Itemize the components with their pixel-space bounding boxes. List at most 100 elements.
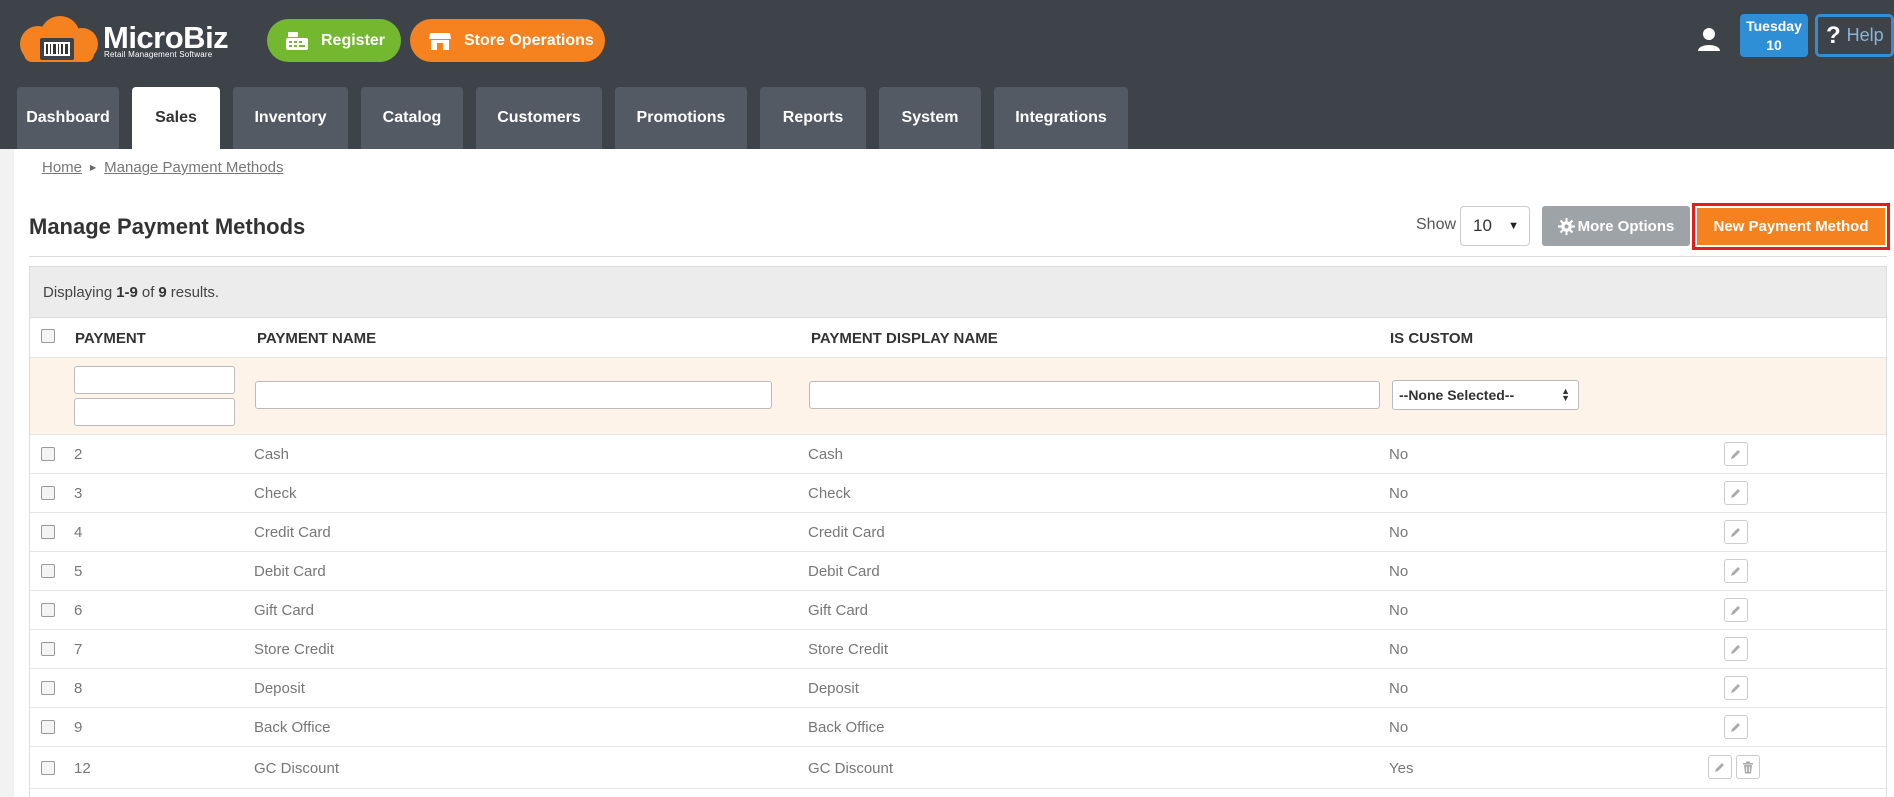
register-button[interactable]: Register [267,19,401,62]
payment-methods-grid: Displaying 1-9 of 9 results. PAYMENT PAY… [29,266,1887,797]
payment-id-from-filter[interactable] [74,366,235,394]
column-header-display-name[interactable]: PAYMENT DISPLAY NAME [811,330,998,347]
is-custom: No [1389,641,1409,658]
edit-button[interactable] [1724,598,1748,622]
table-row[interactable]: 7 Store Credit Store Credit No [30,630,1886,669]
page-size-value: 10 [1473,216,1492,235]
results-summary: Displaying 1-9 of 9 results. [30,267,1886,318]
page-size-select[interactable]: 10 ▼ [1460,206,1530,246]
help-label: Help [1846,25,1884,45]
payment-id: 6 [74,602,83,619]
delete-button[interactable] [1736,755,1760,779]
column-header-payment[interactable]: PAYMENT [75,330,146,347]
payment-id: 2 [74,446,83,463]
payment-id: 8 [74,680,83,697]
pencil-icon [1731,684,1740,693]
tab-inventory[interactable]: Inventory [233,87,348,149]
payment-name: Deposit [254,680,305,697]
edit-button[interactable] [1724,520,1748,544]
table-row[interactable]: 12 GC Discount GC Discount Yes [30,747,1886,789]
table-row[interactable]: 8 Deposit Deposit No [30,669,1886,708]
payment-name: Back Office [254,719,331,736]
summary-suffix: results. [170,283,220,301]
table-row[interactable]: 3 Check Check No [30,474,1886,513]
microbiz-logo[interactable]: MicroBiz Retail Management Software [16,16,229,62]
table-row[interactable]: 5 Debit Card Debit Card No [30,552,1886,591]
row-checkbox[interactable] [41,447,55,461]
row-checkbox[interactable] [41,761,55,775]
edit-button[interactable] [1724,481,1748,505]
edit-button[interactable] [1724,676,1748,700]
select-all-checkbox[interactable] [41,329,55,343]
row-checkbox[interactable] [41,681,55,695]
payment-display-name: Check [808,485,851,502]
tab-reports[interactable]: Reports [760,87,866,149]
table-row[interactable]: 9 Back Office Back Office No [30,708,1886,747]
breadcrumb-home-link[interactable]: Home [42,159,82,176]
table-row[interactable]: 2 Cash Cash No [30,435,1886,474]
payment-id-to-filter[interactable] [74,398,235,426]
row-checkbox[interactable] [41,525,55,539]
tab-catalog[interactable]: Catalog [361,87,463,149]
is-custom: No [1389,524,1409,541]
payment-id: 5 [74,563,83,580]
new-payment-method-button[interactable]: New Payment Method [1692,203,1890,250]
pencil-icon [1731,606,1740,615]
edit-button[interactable] [1724,715,1748,739]
pencil-icon [1731,723,1740,732]
sort-caret-icon: ▲ ▼ [1561,386,1570,403]
payment-display-name: GC Discount [808,760,894,777]
table-row[interactable]: 6 Gift Card Gift Card No [30,591,1886,630]
edit-button[interactable] [1708,755,1732,779]
tab-dashboard[interactable]: Dashboard [17,87,119,149]
column-header-is-custom[interactable]: IS CUSTOM [1390,330,1473,347]
tab-integrations[interactable]: Integrations [994,87,1128,149]
table-row[interactable]: 4 Credit Card Credit Card No [30,513,1886,552]
logo-tagline: Retail Management Software [104,50,213,59]
payment-name: Debit Card [254,563,326,580]
gear-icon [1557,217,1575,235]
payment-display-name: Store Credit [808,641,889,658]
new-payment-method-label: New Payment Method [1697,208,1885,245]
page-title: Manage Payment Methods [29,214,306,239]
payment-display-name: Cash [808,446,844,463]
is-custom: No [1389,602,1409,619]
tab-promotions[interactable]: Promotions [615,87,747,149]
tab-sales[interactable]: Sales [132,87,220,149]
row-checkbox[interactable] [41,564,55,578]
date-number: 10 [1766,37,1782,53]
summary-prefix: Displaying [43,283,113,301]
row-checkbox[interactable] [41,720,55,734]
store-operations-button[interactable]: Store Operations [410,19,605,62]
date-day: Tuesday [1746,18,1802,34]
payment-display-name: Deposit [808,680,859,697]
edit-button[interactable] [1724,559,1748,583]
more-options-button[interactable]: More Options [1542,206,1690,246]
store-icon [429,32,451,50]
title-divider [29,256,1887,257]
payment-display-name: Credit Card [808,524,885,541]
user-icon[interactable] [1696,26,1722,52]
is-custom-filter-select[interactable]: --None Selected-- ▲ ▼ [1392,380,1579,410]
row-checkbox[interactable] [41,486,55,500]
help-button[interactable]: ? Help [1815,14,1894,57]
edit-button[interactable] [1724,442,1748,466]
edit-button[interactable] [1724,637,1748,661]
payment-id: 9 [74,719,83,736]
payment-name: Check [254,485,297,502]
cash-register-icon [286,31,308,50]
row-checkbox[interactable] [41,642,55,656]
tab-customers[interactable]: Customers [476,87,602,149]
pencil-icon [1731,528,1740,537]
payment-display-name: Back Office [808,719,885,736]
display-name-filter[interactable] [809,381,1380,409]
is-custom-filter-value: --None Selected-- [1399,387,1515,403]
payment-name-filter[interactable] [255,381,772,409]
breadcrumb-current-link[interactable]: Manage Payment Methods [104,159,283,176]
row-checkbox[interactable] [41,603,55,617]
payment-name: Gift Card [254,602,315,619]
tab-system[interactable]: System [879,87,981,149]
date-badge[interactable]: Tuesday 10 [1740,14,1808,57]
payment-name: Cash [254,446,290,463]
column-header-payment-name[interactable]: PAYMENT NAME [257,330,376,347]
